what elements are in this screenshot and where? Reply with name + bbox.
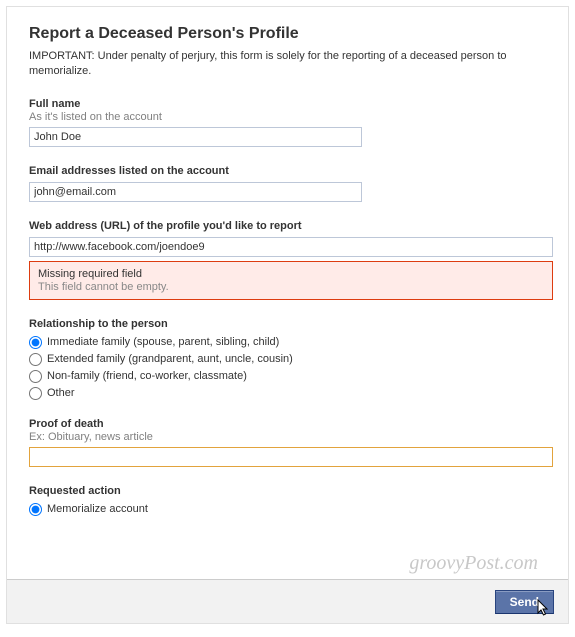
action-label: Requested action bbox=[29, 485, 546, 497]
form-container: Report a Deceased Person's Profile IMPOR… bbox=[6, 6, 569, 624]
page-title: Report a Deceased Person's Profile bbox=[29, 25, 546, 43]
radio-extended-input[interactable] bbox=[29, 353, 42, 366]
radio-other-input[interactable] bbox=[29, 387, 42, 400]
radio-memorialize-label: Memorialize account bbox=[47, 503, 148, 515]
field-requested-action: Requested action Memorialize account bbox=[29, 485, 546, 516]
proof-input[interactable] bbox=[29, 447, 553, 467]
field-url: Web address (URL) of the profile you'd l… bbox=[29, 220, 546, 300]
proof-label: Proof of death bbox=[29, 418, 546, 430]
full-name-input[interactable] bbox=[29, 127, 362, 147]
important-notice: IMPORTANT: Under penalty of perjury, thi… bbox=[29, 49, 546, 80]
radio-memorialize-input[interactable] bbox=[29, 503, 42, 516]
radio-non-family[interactable]: Non-family (friend, co-worker, classmate… bbox=[29, 370, 546, 383]
radio-extended-label: Extended family (grandparent, aunt, uncl… bbox=[47, 353, 293, 365]
full-name-hint: As it's listed on the account bbox=[29, 111, 546, 123]
radio-extended-family[interactable]: Extended family (grandparent, aunt, uncl… bbox=[29, 353, 546, 366]
radio-nonfamily-input[interactable] bbox=[29, 370, 42, 383]
field-relationship: Relationship to the person Immediate fam… bbox=[29, 318, 546, 400]
field-email: Email addresses listed on the account bbox=[29, 165, 546, 202]
radio-other[interactable]: Other bbox=[29, 387, 546, 400]
radio-immediate-input[interactable] bbox=[29, 336, 42, 349]
full-name-label: Full name bbox=[29, 98, 546, 110]
radio-immediate-label: Immediate family (spouse, parent, siblin… bbox=[47, 336, 279, 348]
url-input[interactable] bbox=[29, 237, 553, 257]
email-label: Email addresses listed on the account bbox=[29, 165, 546, 177]
proof-hint: Ex: Obituary, news article bbox=[29, 431, 546, 443]
field-full-name: Full name As it's listed on the account bbox=[29, 98, 546, 147]
radio-immediate-family[interactable]: Immediate family (spouse, parent, siblin… bbox=[29, 336, 546, 349]
error-box: Missing required field This field cannot… bbox=[29, 261, 553, 300]
watermark: groovyPost.com bbox=[409, 552, 538, 575]
radio-other-label: Other bbox=[47, 387, 75, 399]
footer-bar: Send bbox=[7, 579, 568, 623]
error-text: This field cannot be empty. bbox=[38, 281, 544, 293]
url-label: Web address (URL) of the profile you'd l… bbox=[29, 220, 546, 232]
field-proof: Proof of death Ex: Obituary, news articl… bbox=[29, 418, 546, 467]
email-input[interactable] bbox=[29, 182, 362, 202]
error-title: Missing required field bbox=[38, 268, 544, 280]
send-button[interactable]: Send bbox=[495, 590, 554, 614]
radio-nonfamily-label: Non-family (friend, co-worker, classmate… bbox=[47, 370, 247, 382]
relationship-label: Relationship to the person bbox=[29, 318, 546, 330]
radio-memorialize[interactable]: Memorialize account bbox=[29, 503, 546, 516]
